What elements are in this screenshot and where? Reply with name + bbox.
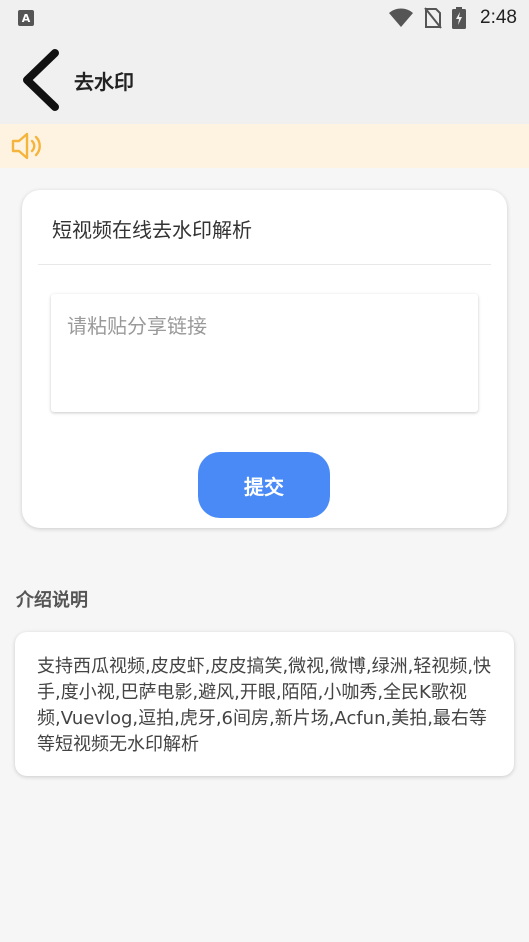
speaker-icon [11,132,41,160]
status-bar: A 2:48 [0,0,529,36]
card-divider [38,264,491,265]
no-sim-icon [424,7,442,29]
intro-card: 支持西瓜视频,皮皮虾,皮皮搞笑,微视,微博,绿洲,轻视频,快手,度小视,巴萨电影… [15,632,514,776]
intro-section-title: 介绍说明 [16,590,88,611]
card-title: 短视频在线去水印解析 [52,218,252,242]
submit-button[interactable]: 提交 [198,452,330,518]
battery-charging-icon [452,7,467,29]
back-button[interactable] [10,45,70,115]
app-bar: 去水印 [0,36,529,124]
chevron-left-icon [23,49,59,111]
status-time: 2:48 [480,7,517,28]
share-link-input[interactable] [51,294,478,412]
parse-card: 短视频在线去水印解析 提交 [22,190,507,528]
intro-text: 支持西瓜视频,皮皮虾,皮皮搞笑,微视,微博,绿洲,轻视频,快手,度小视,巴萨电影… [37,656,492,755]
wifi-icon [389,8,414,27]
notice-bar [0,124,529,168]
app-notification-icon: A [18,10,34,26]
page-title: 去水印 [74,69,134,94]
